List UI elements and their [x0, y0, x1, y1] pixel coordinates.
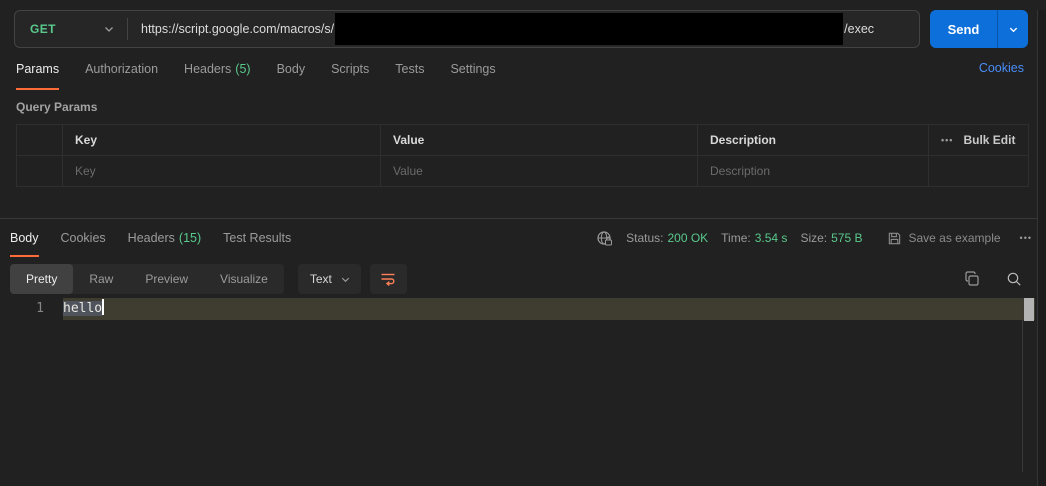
- text-cursor: [102, 299, 104, 315]
- response-body-editor[interactable]: 1 hello: [0, 298, 1046, 476]
- response-header: Body Cookies Headers (15) Test Results S…: [0, 219, 1046, 257]
- tab-headers[interactable]: Headers (5): [184, 48, 251, 90]
- size-label: Size:: [800, 231, 827, 245]
- response-more-options-icon[interactable]: •••: [1020, 233, 1032, 243]
- scrollbar-thumb[interactable]: [1024, 298, 1034, 321]
- bulk-edit-button[interactable]: Bulk Edit: [963, 133, 1015, 147]
- save-as-example-label: Save as example: [908, 231, 1000, 245]
- chevron-down-icon: [1008, 24, 1019, 35]
- tab-count-badge: (5): [235, 62, 250, 76]
- row-actions-cell: [929, 156, 1029, 187]
- search-icon[interactable]: [1006, 271, 1022, 287]
- code-line-content: hello: [63, 298, 1035, 320]
- view-preview[interactable]: Preview: [129, 264, 204, 294]
- network-globe-icon[interactable]: [596, 230, 613, 247]
- format-value: Text: [310, 272, 332, 286]
- tab-label: Body: [10, 231, 39, 245]
- response-meta: Status: 200 OK Time: 3.54 s Size: 575 B …: [596, 219, 1032, 257]
- time-label: Time:: [721, 231, 751, 245]
- url-container: GET https://script.google.com/macros/s/ …: [14, 10, 920, 48]
- status-value: 200 OK: [667, 231, 708, 245]
- tab-label: Tests: [395, 62, 424, 76]
- url-input[interactable]: https://script.google.com/macros/s/ /exe…: [128, 13, 874, 45]
- key-cell: [63, 156, 381, 187]
- format-dropdown[interactable]: Text: [298, 264, 361, 294]
- tab-label: Test Results: [223, 231, 291, 245]
- chevron-down-icon: [103, 23, 115, 35]
- status-badge: Status: 200 OK: [626, 231, 708, 245]
- table-row: [17, 156, 1029, 187]
- time-badge: Time: 3.54 s: [721, 231, 787, 245]
- value-input[interactable]: [393, 164, 682, 178]
- editor-tools: [964, 271, 1022, 287]
- view-mode-group: Pretty Raw Preview Visualize: [10, 264, 284, 294]
- tab-label: Params: [16, 62, 59, 76]
- line-number: 1: [0, 298, 63, 320]
- tab-count-badge: (15): [179, 231, 201, 245]
- send-button-group: Send: [930, 10, 1028, 48]
- size-value: 575 B: [831, 231, 862, 245]
- column-header-key: Key: [63, 125, 381, 156]
- cookies-link[interactable]: Cookies: [979, 61, 1024, 75]
- tab-label: Authorization: [85, 62, 158, 76]
- value-cell: [381, 156, 698, 187]
- panel-right-edge: [1037, 10, 1046, 486]
- request-bar: GET https://script.google.com/macros/s/ …: [14, 10, 1028, 48]
- tab-params[interactable]: Params: [16, 48, 59, 90]
- save-icon: [887, 231, 902, 246]
- tab-response-body[interactable]: Body: [10, 219, 39, 257]
- send-options-button[interactable]: [998, 10, 1028, 48]
- tab-body[interactable]: Body: [277, 48, 306, 90]
- tab-settings[interactable]: Settings: [450, 48, 495, 90]
- view-visualize[interactable]: Visualize: [204, 264, 284, 294]
- tab-response-headers[interactable]: Headers (15): [128, 219, 201, 257]
- tab-tests[interactable]: Tests: [395, 48, 424, 90]
- view-raw[interactable]: Raw: [73, 264, 129, 294]
- column-header-description: Description: [698, 125, 929, 156]
- table-header-row: Key Value Description ••• Bulk Edit: [17, 125, 1029, 156]
- status-label: Status:: [626, 231, 663, 245]
- request-tabs: Params Authorization Headers (5) Body Sc…: [0, 48, 1046, 90]
- description-input[interactable]: [710, 164, 917, 178]
- chevron-down-icon: [340, 274, 351, 285]
- more-options-icon[interactable]: •••: [941, 135, 953, 145]
- tab-label: Cookies: [61, 231, 106, 245]
- tab-label: Headers: [184, 62, 231, 76]
- copy-icon[interactable]: [964, 271, 980, 287]
- description-cell: [698, 156, 929, 187]
- tab-scripts[interactable]: Scripts: [331, 48, 369, 90]
- send-button[interactable]: Send: [930, 10, 997, 48]
- table-actions-cell: ••• Bulk Edit: [929, 125, 1029, 156]
- code-line: 1 hello: [0, 298, 1035, 320]
- tab-label: Scripts: [331, 62, 369, 76]
- tab-test-results[interactable]: Test Results: [223, 219, 291, 257]
- query-params-title: Query Params: [16, 100, 1046, 114]
- scrollbar-track[interactable]: [1022, 298, 1023, 472]
- response-tabs: Body Cookies Headers (15) Test Results: [10, 219, 291, 257]
- url-suffix: /exec: [844, 22, 874, 36]
- save-as-example-button[interactable]: Save as example: [887, 231, 1000, 246]
- time-value: 3.54 s: [755, 231, 788, 245]
- tab-response-cookies[interactable]: Cookies: [61, 219, 106, 257]
- wrap-text-button[interactable]: [370, 264, 407, 294]
- column-header-value: Value: [381, 125, 698, 156]
- query-params-table: Key Value Description ••• Bulk Edit: [16, 124, 1029, 187]
- method-label: GET: [30, 22, 56, 36]
- response-body-toolbar: Pretty Raw Preview Visualize Text: [10, 264, 1046, 294]
- view-pretty[interactable]: Pretty: [10, 264, 73, 294]
- url-redacted-segment: [335, 13, 843, 45]
- wrap-text-icon: [380, 272, 396, 286]
- url-prefix: https://script.google.com/macros/s/: [141, 22, 334, 36]
- tab-label: Body: [277, 62, 306, 76]
- tab-label: Settings: [450, 62, 495, 76]
- key-input[interactable]: [75, 164, 365, 178]
- row-handle: [17, 156, 63, 187]
- size-badge: Size: 575 B: [800, 231, 862, 245]
- tab-label: Headers: [128, 231, 175, 245]
- selected-text: hello: [63, 301, 102, 316]
- method-selector[interactable]: GET: [15, 11, 127, 47]
- row-handle-header: [17, 125, 63, 156]
- tab-authorization[interactable]: Authorization: [85, 48, 158, 90]
